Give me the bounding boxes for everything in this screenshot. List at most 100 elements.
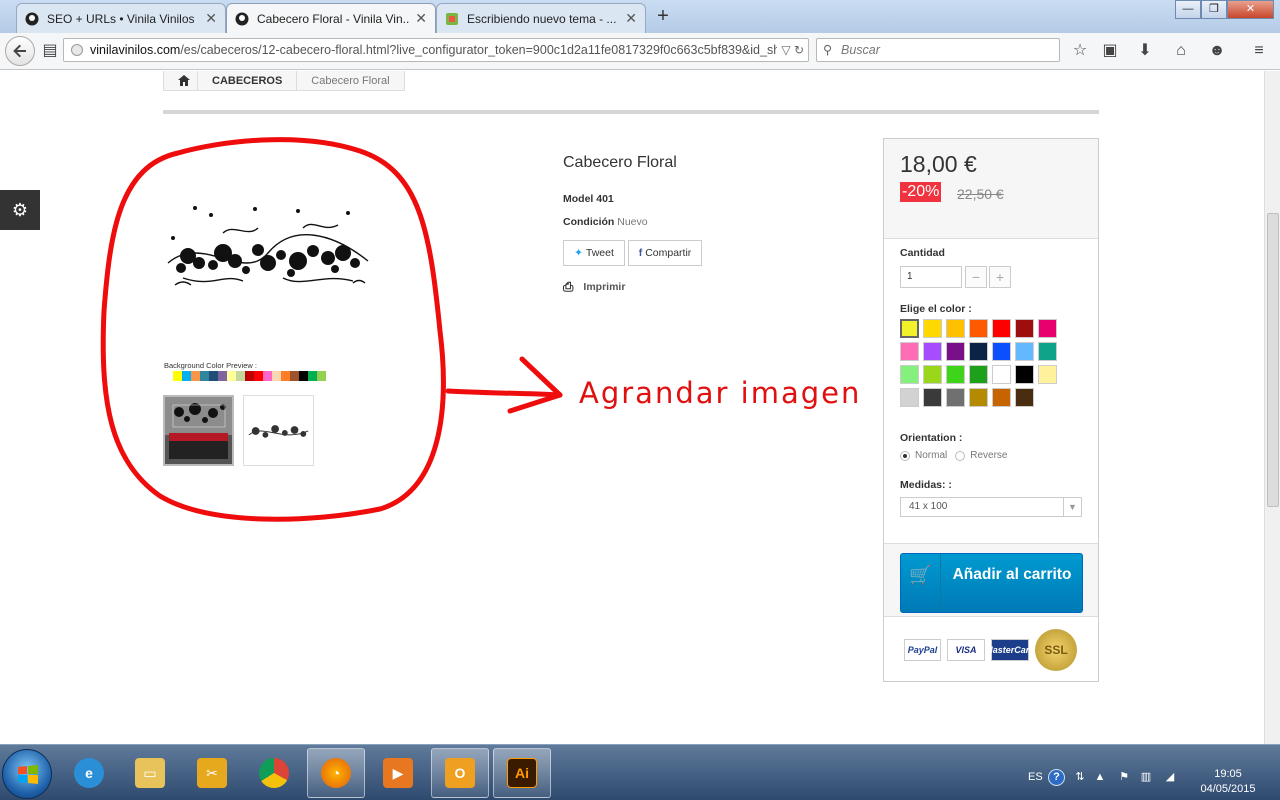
minimize-button[interactable]: — [1175, 0, 1201, 19]
tab-label: Escribiendo nuevo tema - ... [467, 11, 617, 26]
radio-checked-icon[interactable] [900, 450, 910, 461]
color-swatch[interactable] [1015, 388, 1034, 407]
reload-icon[interactable]: ↻ [794, 43, 804, 57]
chat-icon[interactable]: ☻ [1205, 40, 1229, 62]
color-swatch[interactable] [1038, 365, 1057, 384]
dropdown-icon[interactable]: ▽ [781, 43, 790, 57]
home-icon[interactable]: ⌂ [1169, 40, 1193, 62]
orientation-normal-label: Normal [915, 450, 948, 461]
show-hidden-icons-icon[interactable]: ▲ [1092, 769, 1108, 785]
current-price: 18,00 € [900, 151, 977, 177]
color-swatch[interactable] [1038, 342, 1057, 361]
color-swatch[interactable] [969, 342, 988, 361]
ie-icon: e [74, 758, 104, 788]
globe-icon [71, 44, 83, 56]
close-icon[interactable]: ✕ [205, 10, 217, 27]
color-swatch[interactable] [900, 365, 919, 384]
reading-list-icon[interactable]: ▣ [1098, 40, 1122, 62]
add-to-cart-button[interactable]: 🛒 Añadir al carrito [900, 553, 1083, 613]
radio-icon[interactable] [955, 450, 966, 461]
quantity-plus-button[interactable]: + [989, 266, 1011, 288]
color-swatch[interactable] [969, 388, 988, 407]
color-swatch[interactable] [900, 388, 919, 407]
color-swatch[interactable] [923, 319, 942, 338]
download-icon[interactable]: ⬇ [1133, 40, 1157, 62]
color-swatch[interactable] [969, 365, 988, 384]
arrow-left-icon [13, 44, 26, 58]
cart-area: 🛒 Añadir al carrito [884, 543, 1098, 617]
color-swatch[interactable] [946, 388, 965, 407]
color-swatch[interactable] [992, 365, 1011, 384]
restore-button[interactable]: ❐ [1201, 0, 1227, 19]
taskbar-firefox[interactable]: ◔ [307, 748, 365, 798]
chevron-down-icon[interactable]: ▼ [1063, 498, 1081, 516]
new-tab-button[interactable]: + [652, 6, 674, 28]
tab-label: Cabecero Floral - Vinila Vin... [257, 11, 410, 26]
color-swatch[interactable] [992, 342, 1011, 361]
quantity-input[interactable]: 1 [900, 266, 962, 288]
ssl-badge: SSL [1035, 629, 1077, 671]
bookmark-star-icon[interactable]: ☆ [1068, 40, 1092, 62]
quantity-minus-button[interactable]: − [965, 266, 987, 288]
back-button[interactable] [5, 36, 35, 66]
color-swatch[interactable] [946, 319, 965, 338]
color-swatch[interactable] [923, 388, 942, 407]
search-input[interactable]: ⚲ Buscar [816, 38, 1060, 62]
taskbar-illustrator[interactable]: Ai [493, 748, 551, 798]
tab-cabecero-floral[interactable]: Cabecero Floral - Vinila Vin... ✕ [226, 3, 436, 33]
close-icon[interactable]: ✕ [415, 10, 427, 27]
visa-logo: VISA [947, 639, 985, 661]
clock-time: 19:05 [1214, 768, 1242, 780]
system-clock[interactable]: 19:05 04/05/2015 [1188, 767, 1268, 797]
taskbar-chrome[interactable] [245, 748, 303, 798]
color-swatch[interactable] [900, 319, 919, 338]
close-icon[interactable]: ✕ [625, 10, 637, 27]
menu-icon[interactable]: ≡ [1247, 40, 1271, 62]
annotation-arrow-shaft [445, 388, 563, 398]
taskbar-internet-explorer[interactable]: e [60, 748, 118, 798]
close-window-button[interactable]: ✕ [1227, 0, 1274, 19]
url-bar[interactable]: vinilavinilos.com/es/cabeceros/12-cabece… [63, 38, 809, 62]
taskbar-media-player[interactable]: ▶ [369, 748, 427, 798]
annotation-arrow-head [507, 356, 563, 414]
orientation-normal-option[interactable]: Normal [900, 450, 947, 461]
color-swatch[interactable] [1015, 365, 1034, 384]
prestashop-icon [235, 12, 249, 25]
tab-seo-urls[interactable]: SEO + URLs • Vinila Vinilos ✕ [16, 3, 226, 33]
color-swatch[interactable] [1038, 319, 1057, 338]
library-icon[interactable]: ▤ [38, 40, 62, 62]
taskbar-explorer[interactable]: ▭ [121, 748, 179, 798]
browser-titlebar: SEO + URLs • Vinila Vinilos ✕ Cabecero F… [0, 0, 1280, 33]
keyboard-icon[interactable]: ⇅ [1072, 769, 1088, 785]
color-swatch[interactable] [1015, 342, 1034, 361]
color-swatch[interactable] [900, 342, 919, 361]
taskbar-outlook[interactable]: O [431, 748, 489, 798]
chrome-icon [259, 758, 289, 788]
color-swatch[interactable] [969, 319, 988, 338]
action-center-icon[interactable]: ⚑ [1116, 769, 1132, 785]
tab-escribiendo-tema[interactable]: Escribiendo nuevo tema - ... ✕ [436, 3, 646, 33]
volume-icon[interactable]: ◢ [1162, 769, 1178, 785]
size-label: Medidas: : [900, 479, 952, 491]
page-scrollbar[interactable] [1264, 71, 1280, 744]
color-swatch[interactable] [992, 388, 1011, 407]
taskbar-tools[interactable]: ✂ [183, 748, 241, 798]
language-indicator[interactable]: ES [1028, 771, 1043, 783]
annotation-text: Agrandar imagen [579, 376, 862, 410]
add-to-cart-label: Añadir al carrito [952, 566, 1072, 583]
start-button[interactable] [2, 749, 52, 799]
color-label: Elige el color : [900, 303, 972, 315]
color-swatch[interactable] [946, 365, 965, 384]
buy-box: 18,00 € -20% 22,50 € Cantidad 1 − + Elig… [883, 138, 1099, 682]
color-swatch[interactable] [1015, 319, 1034, 338]
help-icon[interactable]: ? [1048, 769, 1065, 786]
orientation-reverse-option[interactable]: Reverse [955, 450, 1007, 461]
size-select[interactable]: 41 x 100 ▼ [900, 497, 1082, 517]
color-swatch[interactable] [946, 342, 965, 361]
color-swatch[interactable] [923, 365, 942, 384]
color-swatch[interactable] [992, 319, 1011, 338]
scrollbar-thumb[interactable] [1267, 213, 1279, 507]
network-icon[interactable]: ▥ [1138, 769, 1154, 785]
color-swatch[interactable] [923, 342, 942, 361]
url-actions: ▽ ↻ [777, 39, 804, 61]
